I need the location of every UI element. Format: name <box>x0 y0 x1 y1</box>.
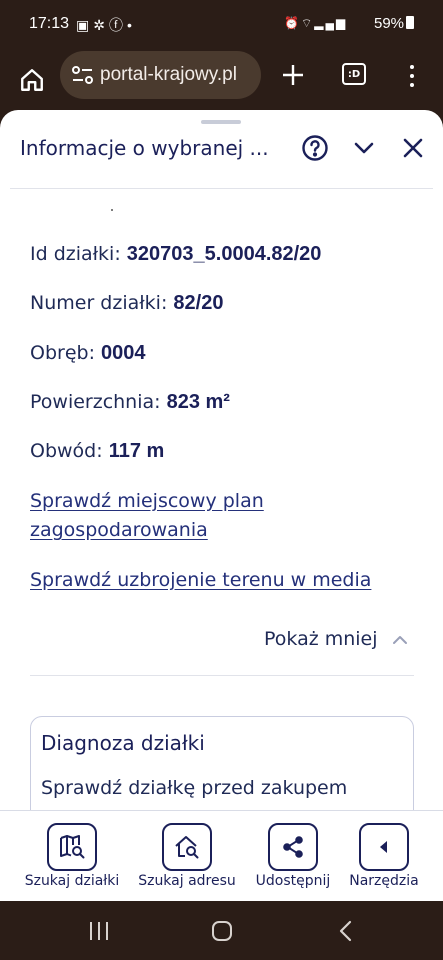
precinct-label: Obręb: <box>30 342 102 364</box>
sheet-title: Informacje o wybranej ... <box>20 136 269 160</box>
drag-handle[interactable] <box>201 120 241 124</box>
system-icons: ⏰⌔▂▄▆ <box>284 16 347 31</box>
battery-icon <box>406 16 415 29</box>
wifi-icon: ⌔ <box>300 16 315 30</box>
zoning-plan-link-line2: zagospodarowania <box>30 519 208 541</box>
sheet-header: Informacje o wybranej ... <box>0 128 443 170</box>
show-less-toggle[interactable]: Pokaż mniej <box>264 628 408 650</box>
tab-switcher-button[interactable]: :D <box>342 63 366 85</box>
parcel-number-value: 82/20 <box>173 292 224 314</box>
parcel-number-row: Numer działki: 82/20 <box>30 292 223 315</box>
tools-button[interactable]: Narzędzia <box>344 823 424 889</box>
help-icon[interactable] <box>301 134 329 162</box>
bottom-toolbar: Szukaj działki Szukaj adresu Udostępnij … <box>0 810 443 901</box>
share-button[interactable]: Udostępnij <box>250 823 336 889</box>
utilities-link-text: Sprawdź uzbrojenie terenu w media <box>30 569 372 591</box>
parcel-id-value: 320703_5.0004.82/20 <box>126 243 322 265</box>
home-nav-icon[interactable] <box>210 920 234 942</box>
tools-label: Narzędzia <box>349 873 419 889</box>
close-icon[interactable] <box>399 134 427 162</box>
battery-indicator: 59% <box>374 15 415 32</box>
search-address-button[interactable]: Szukaj adresu <box>133 823 241 889</box>
plus-icon <box>283 65 303 85</box>
show-less-label: Pokaż mniej <box>264 628 378 650</box>
search-parcel-icon-box[interactable] <box>47 823 97 871</box>
search-parcel-button[interactable]: Szukaj działki <box>19 823 125 889</box>
caret-left-icon <box>380 841 387 853</box>
search-address-icon-box[interactable] <box>162 823 212 871</box>
back-icon[interactable] <box>334 920 358 942</box>
diagnosis-subtitle: Sprawdź działkę przed zakupem <box>41 777 348 799</box>
site-settings-icon[interactable] <box>70 64 96 86</box>
recent-apps-icon[interactable] <box>87 920 111 942</box>
perimeter-value: 117 m <box>108 440 165 462</box>
parcel-id-label: Id działki: <box>30 243 127 265</box>
search-parcel-label: Szukaj działki <box>24 873 120 889</box>
browser-toolbar: portal-krajowy.pl :D <box>0 50 443 110</box>
home-button[interactable] <box>14 62 50 98</box>
signal-icon: ▂▄▆ <box>314 16 348 30</box>
search-address-label: Szukaj adresu <box>138 873 236 889</box>
notification-icons: ▣✲ⓕ• <box>76 15 136 35</box>
chevron-down-icon[interactable] <box>350 134 378 162</box>
menu-dot-icon <box>410 74 414 78</box>
dot-icon: • <box>126 17 136 33</box>
address-bar[interactable]: portal-krajowy.pl <box>60 51 261 99</box>
home-search-icon <box>175 836 199 859</box>
utilities-link[interactable]: Sprawdź uzbrojenie terenu w media <box>30 566 371 595</box>
area-row: Powierzchnia: 823 m² <box>30 391 230 414</box>
home-icon <box>21 69 43 91</box>
parcel-number-label: Numer działki: <box>30 292 174 314</box>
tools-icon-box[interactable] <box>359 823 409 871</box>
perimeter-row: Obwód: 117 m <box>30 440 164 463</box>
facebook-icon: ⓕ <box>108 17 127 33</box>
precinct-value: 0004 <box>101 342 146 364</box>
precinct-row: Obręb: 0004 <box>30 342 146 365</box>
share-icon-box[interactable] <box>268 823 318 871</box>
area-value: 823 m² <box>166 391 230 413</box>
scroll-dot <box>111 209 113 211</box>
share-icon <box>283 836 303 858</box>
section-divider <box>30 675 414 676</box>
browser-menu-button[interactable] <box>402 62 422 90</box>
perimeter-label: Obwód: <box>30 440 109 462</box>
status-time: 17:13 <box>29 15 70 32</box>
status-bar: 17:13 ▣✲ⓕ• ⏰⌔▂▄▆ 59% <box>0 0 443 50</box>
gallery-icon: ▣ <box>76 17 94 33</box>
fan-icon: ✲ <box>93 17 109 33</box>
header-divider <box>10 188 433 189</box>
tab-count: :D <box>347 68 361 80</box>
diagnosis-card[interactable]: Diagnoza działki Sprawdź działkę przed z… <box>30 716 414 810</box>
zoning-plan-link[interactable]: Sprawdź miejscowy plan zagospodarowania <box>30 487 264 545</box>
url-text: portal-krajowy.pl <box>100 64 237 85</box>
menu-dot-icon <box>410 65 414 69</box>
zoning-plan-link-line1: Sprawdź miejscowy plan <box>30 490 264 512</box>
share-label: Udostępnij <box>255 873 331 889</box>
android-navigation-bar <box>0 901 443 960</box>
parcel-id-row: Id działki: 320703_5.0004.82/20 <box>30 243 321 266</box>
area-label: Powierzchnia: <box>30 391 167 413</box>
chevron-up-icon <box>392 636 407 644</box>
map-search-icon <box>60 835 85 859</box>
alarm-icon: ⏰ <box>284 16 301 30</box>
menu-dot-icon <box>410 83 414 87</box>
battery-percent: 59% <box>374 15 405 32</box>
diagnosis-title: Diagnoza działki <box>41 731 205 755</box>
new-tab-button[interactable] <box>278 58 308 92</box>
parcel-info-sheet: Informacje o wybranej ... Id działki: 32… <box>0 110 443 810</box>
